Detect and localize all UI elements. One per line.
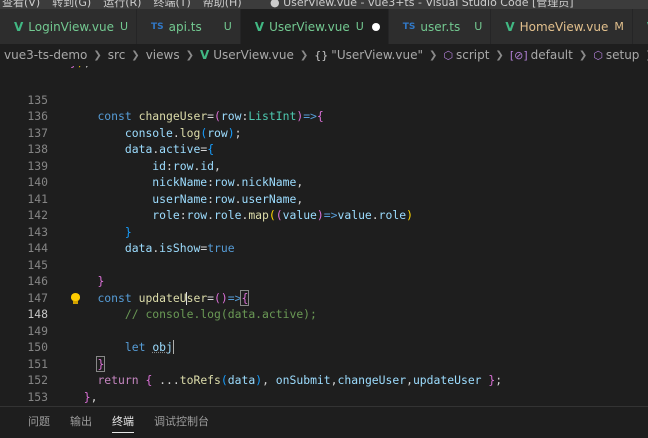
code-line: 147 // console.log(data.active); [0,273,648,322]
code-line: 153 }); [0,372,648,404]
tab-label: UserView.vue [269,19,350,34]
vue-file-icon: V [199,48,210,62]
code-line: 149 [0,306,648,338]
git-status-badge: M [614,20,624,33]
panel-tab-output[interactable]: 输出 [70,413,92,433]
code-line: 135 const changeUser=(row:ListInt)=>{ [0,75,648,124]
breadcrumb-item-src[interactable]: src [108,48,126,62]
breadcrumb-item-default[interactable]: default [531,48,573,62]
chevron-right-icon: ❯ [578,49,588,61]
tab-user[interactable]: TS user.ts U [388,9,492,44]
code-line: 136 console.log(row); [0,92,648,140]
panel-tab-problems[interactable]: 问题 [28,413,50,433]
code-line-partial: }); [0,66,648,75]
menu-help[interactable]: 帮助(H) [203,0,242,9]
code-line: 137 data.active={ [0,108,648,157]
panel-tab-terminal[interactable]: 终端 [112,413,134,433]
breadcrumb: vue3-ts-demo ❯ src ❯ views ❯ V UserView.… [0,44,648,66]
chevron-right-icon: ❯ [428,49,438,61]
ts-file-icon: TS [402,21,416,32]
tab-homeview[interactable]: V HomeView.vue M [491,9,633,44]
bottom-panel-tabs: 问题 输出 终端 调试控制台 [0,406,648,438]
code-editor[interactable]: }); 135 const changeUser=(row:ListInt)=>… [0,66,648,406]
chevron-right-icon: ❯ [93,49,102,61]
code-line: 141 role:row.role.map((value)=>value.rol… [0,174,648,223]
menu-terminal[interactable]: 终端(T) [153,0,190,9]
git-status-badge: U [474,20,483,33]
tab-loginview[interactable]: V LoginView.vue U [0,9,138,44]
window-title: ● UserView.vue - vue3+ts - Visual Studio… [270,0,574,9]
code-line: 152 }, [0,356,648,404]
breadcrumb-item-script[interactable]: script [456,48,489,62]
symbol-method-icon: ⬡ [593,48,603,62]
symbol-method-icon: ⬡ [443,48,453,62]
mouse-ibeam-cursor [186,292,187,305]
tab-api[interactable]: TS api.ts U [137,9,241,44]
git-status-badge: U [119,20,129,33]
chevron-right-icon: ❯ [185,49,194,61]
menu-view[interactable]: 查看(V) [2,0,40,9]
code-line: 146 const updateUser=()=>{ [0,257,648,306]
symbol-variable-icon: [⊘] [509,48,528,62]
ts-file-icon: TS [151,21,164,32]
chevron-right-icon: ❯ [131,49,140,61]
code-line: 142 } [0,191,648,239]
panel-tab-debug-console[interactable]: 调试控制台 [154,413,209,433]
breadcrumb-item-project[interactable]: vue3-ts-demo [4,48,87,62]
editor-tab-bar: V LoginView.vue U TS api.ts U V UserView… [0,9,648,44]
chevron-right-icon: ❯ [299,49,309,61]
vue-file-icon: V [505,19,515,34]
menu-bar: 查看(V) 转到(G) 运行(R) 终端(T) 帮助(H) [2,0,242,9]
vue-file-icon: V [14,19,24,34]
tab-label: user.ts [420,19,461,34]
tab-overflow[interactable]: V G [632,9,648,44]
menu-goto[interactable]: 转到(G) [52,0,91,9]
code-line-current: 148 let obj [0,290,648,354]
code-line: 151 return { ...toRefs(data), onSubmit,c… [0,339,648,388]
code-line: 150 } [0,323,648,372]
code-line: 138 id:row.id, [0,125,648,173]
code-line: 144 [0,224,648,255]
tab-label: LoginView.vue [28,19,114,34]
breadcrumb-item-file[interactable]: UserView.vue [213,48,294,62]
code-line: 140 userName:row.userName, [0,158,648,206]
git-status-badge: U [223,20,232,33]
tab-userview[interactable]: V UserView.vue U [240,9,389,44]
menu-run[interactable]: 运行(R) [103,0,141,9]
breadcrumb-item-setup[interactable]: setup [606,48,640,62]
git-status-badge: U [355,20,364,33]
unsaved-dot-icon[interactable] [371,22,380,31]
lightbulb-icon[interactable] [71,292,80,304]
code-line: 143 data.isShow=true [0,207,648,256]
chevron-right-icon: ❯ [495,49,504,61]
breadcrumb-item-module[interactable]: "UserView.vue" [331,48,423,62]
code-line: 154 </script> [0,389,648,406]
module-icon: {} [314,48,329,62]
vue-file-icon: V [254,19,265,34]
tab-label: HomeView.vue [519,19,609,34]
code-text: }); [70,66,91,68]
code-line: 145 } [0,240,648,289]
title-bar: 查看(V) 转到(G) 运行(R) 终端(T) 帮助(H) ● UserView… [0,0,648,9]
code-line: 139 nickName:row.nickName, [0,141,648,190]
tab-label: api.ts [168,19,202,34]
breadcrumb-item-views[interactable]: views [146,48,180,62]
